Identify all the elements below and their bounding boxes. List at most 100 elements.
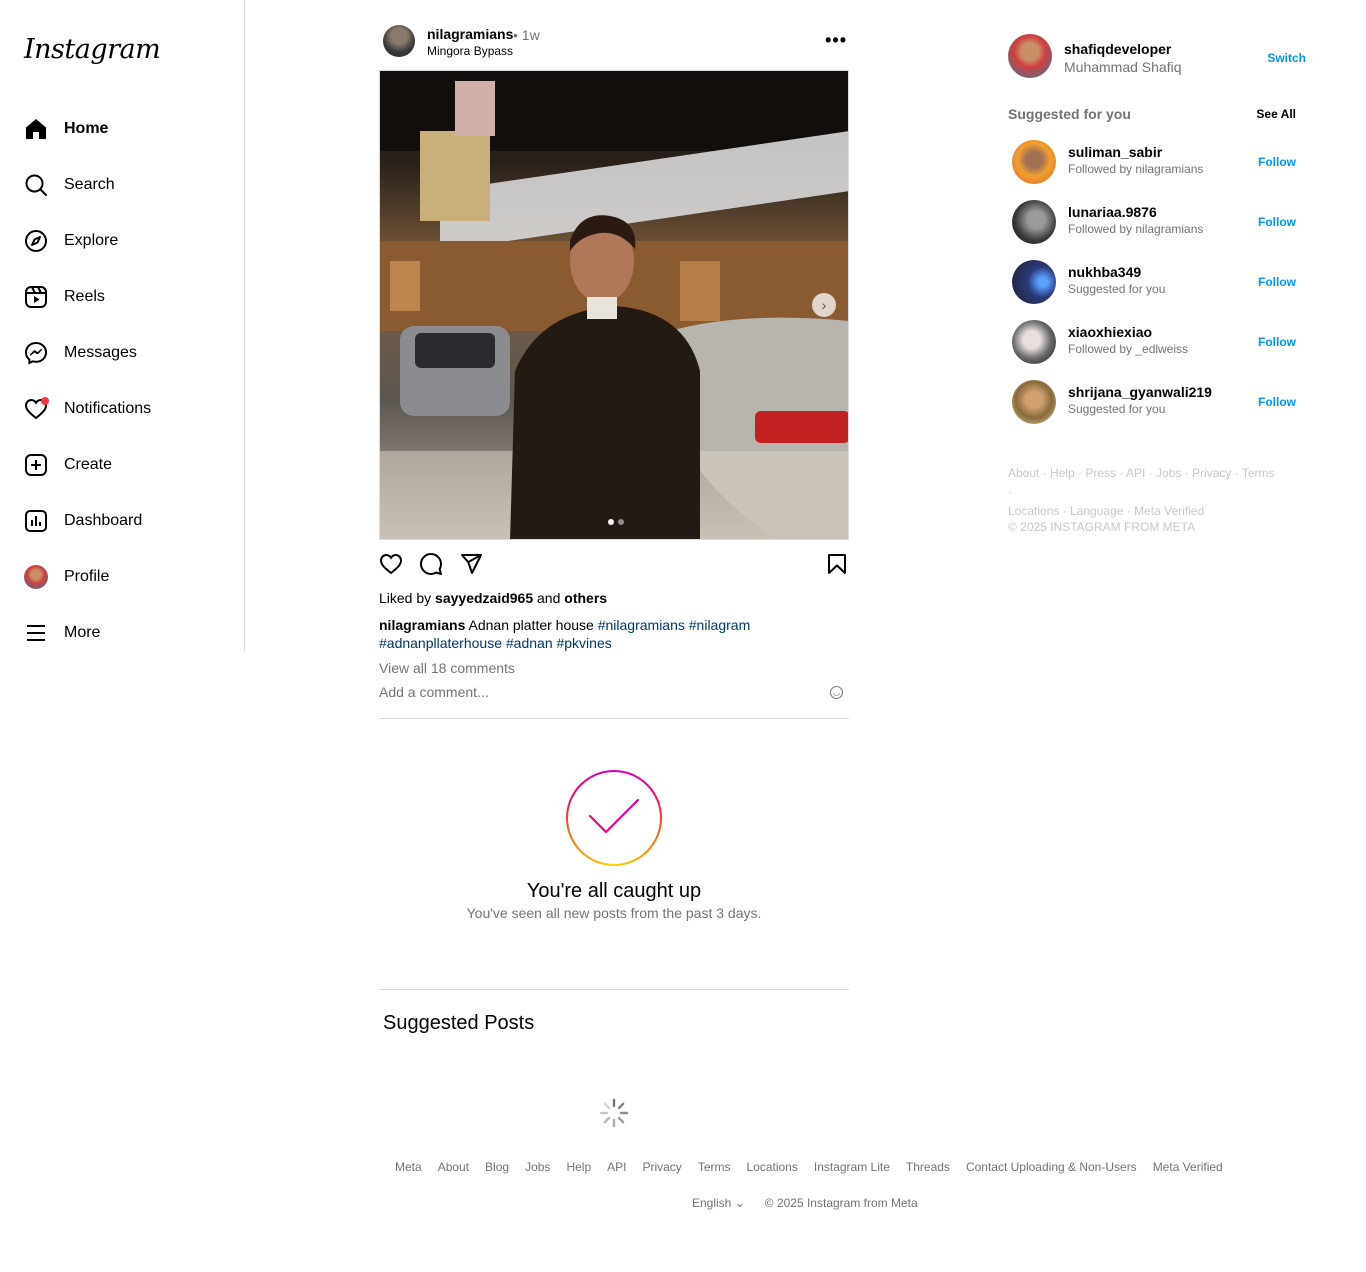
hamburger-icon xyxy=(24,621,48,645)
feed-post: nilagramians • 1w Mingora Bypass ••• › L… xyxy=(379,24,849,700)
nav-more[interactable]: More xyxy=(24,619,100,647)
save-bookmark-icon[interactable] xyxy=(825,552,849,576)
suggestion-avatar[interactable] xyxy=(1012,140,1056,184)
right-footer-links-line2[interactable]: Locations · Language · Meta Verified xyxy=(1008,502,1278,521)
nav-messages[interactable]: Messages xyxy=(24,339,137,367)
nav-explore-label: Explore xyxy=(64,232,119,249)
footer-link[interactable]: Blog xyxy=(485,1160,509,1174)
post-author-avatar[interactable] xyxy=(383,25,415,57)
footer-link[interactable]: API xyxy=(607,1160,626,1174)
likes-user-link[interactable]: sayyedzaid965 xyxy=(435,590,533,606)
next-image-button[interactable]: › xyxy=(812,293,836,317)
footer-link[interactable]: Meta xyxy=(395,1160,422,1174)
follow-button[interactable]: Follow xyxy=(1258,215,1296,229)
suggestion-avatar[interactable] xyxy=(1012,200,1056,244)
suggested-posts-title: Suggested Posts xyxy=(383,1012,535,1034)
caught-up-subtitle: You've seen all new posts from the past … xyxy=(466,905,762,921)
caption-username[interactable]: nilagramians xyxy=(379,617,465,633)
view-all-comments-link[interactable]: View all 18 comments xyxy=(379,660,515,676)
follow-button[interactable]: Follow xyxy=(1258,335,1296,349)
switch-account-button[interactable]: Switch xyxy=(1267,51,1306,65)
like-heart-icon[interactable] xyxy=(379,552,403,576)
profile-avatar xyxy=(24,565,48,589)
nav-explore[interactable]: Explore xyxy=(24,227,118,255)
suggestion-reason: Suggested for you xyxy=(1068,402,1166,416)
loading-spinner-icon xyxy=(598,1097,630,1129)
suggestion-avatar[interactable] xyxy=(1012,260,1056,304)
chart-icon xyxy=(24,509,48,533)
caught-up-divider xyxy=(379,989,849,990)
checkmark-icon xyxy=(588,798,640,834)
right-footer-links: About · Help · Press · API · Jobs · Priv… xyxy=(1008,464,1278,521)
compass-icon xyxy=(24,229,48,253)
footer-link[interactable]: Locations xyxy=(746,1160,797,1174)
home-icon xyxy=(24,117,48,141)
likes-others-link[interactable]: others xyxy=(564,590,607,606)
caption-text: Adnan platter house xyxy=(468,617,594,633)
comment-input[interactable]: Add a comment... ◡ xyxy=(379,684,849,704)
likes-and: and xyxy=(537,590,561,606)
suggestion-username[interactable]: shrijana_gyanwali219 xyxy=(1068,384,1212,400)
suggestion-reason: Followed by _edlweiss xyxy=(1068,342,1189,356)
follow-button[interactable]: Follow xyxy=(1258,395,1296,409)
nav-dashboard[interactable]: Dashboard xyxy=(24,507,142,535)
suggestion-username[interactable]: xiaoxhiexiao xyxy=(1068,324,1152,340)
current-user-username[interactable]: shafiqdeveloper xyxy=(1064,41,1171,57)
nav-search[interactable]: Search xyxy=(24,171,115,199)
suggestion-username[interactable]: lunariaa.9876 xyxy=(1068,204,1157,220)
suggestions-header: Suggested for you See All xyxy=(1008,106,1296,122)
post-time[interactable]: • 1w xyxy=(513,27,540,43)
see-all-link[interactable]: See All xyxy=(1256,107,1296,121)
nav-more-label: More xyxy=(64,624,101,641)
footer-link[interactable]: Threads xyxy=(906,1160,950,1174)
footer-link[interactable]: Jobs xyxy=(525,1160,550,1174)
post-author-username[interactable]: nilagramians xyxy=(427,26,513,42)
follow-button[interactable]: Follow xyxy=(1258,275,1296,289)
footer-link[interactable]: Privacy xyxy=(642,1160,681,1174)
footer-link[interactable]: Contact Uploading & Non-Users xyxy=(966,1160,1137,1174)
caption-hashtags-line2[interactable]: #adnanpllaterhouse #adnan #pkvines xyxy=(379,635,612,651)
carousel-indicator xyxy=(608,519,624,525)
nav-search-label: Search xyxy=(64,176,115,193)
instagram-logo[interactable]: Instagram xyxy=(24,34,161,65)
reels-icon xyxy=(24,285,48,309)
nav-notifications[interactable]: Notifications xyxy=(24,395,151,423)
nav-create[interactable]: Create xyxy=(24,451,112,479)
current-user: shafiqdeveloper Muhammad Shafiq Switch xyxy=(1008,34,1306,80)
follow-button[interactable]: Follow xyxy=(1258,155,1296,169)
caption-hashtags-line1[interactable]: #nilagramians #nilagram xyxy=(598,617,751,633)
current-user-avatar[interactable] xyxy=(1008,34,1052,78)
language-label: English xyxy=(692,1196,732,1210)
nav-home-label: Home xyxy=(64,120,109,137)
suggestion-avatar[interactable] xyxy=(1012,380,1056,424)
language-select[interactable]: English ⌄ xyxy=(692,1196,745,1210)
suggestion-username[interactable]: suliman_sabir xyxy=(1068,144,1162,160)
right-footer-links-line1[interactable]: About · Help · Press · API · Jobs · Priv… xyxy=(1008,464,1278,502)
comment-icon[interactable] xyxy=(419,552,443,576)
suggestion-reason: Followed by nilagramians xyxy=(1068,222,1204,236)
nav-reels[interactable]: Reels xyxy=(24,283,105,311)
nav-create-label: Create xyxy=(64,456,113,473)
nav-dashboard-label: Dashboard xyxy=(64,512,143,529)
nav-home[interactable]: Home xyxy=(24,115,108,143)
footer-copyright: © 2025 Instagram from Meta xyxy=(764,1196,918,1210)
suggestion-avatar[interactable] xyxy=(1012,320,1056,364)
footer-link[interactable]: Instagram Lite xyxy=(814,1160,890,1174)
footer-link[interactable]: Help xyxy=(566,1160,591,1174)
caught-up-ring xyxy=(566,770,662,866)
suggestion-username[interactable]: nukhba349 xyxy=(1068,264,1141,280)
post-location[interactable]: Mingora Bypass xyxy=(427,44,513,58)
footer-link[interactable]: Terms xyxy=(698,1160,731,1174)
more-options-icon[interactable]: ••• xyxy=(825,30,847,51)
suggestion-row: lunariaa.9876 Followed by nilagramians F… xyxy=(1012,200,1296,244)
share-icon[interactable] xyxy=(459,552,483,576)
suggestion-row: shrijana_gyanwali219 Suggested for you F… xyxy=(1012,380,1296,424)
emoji-icon[interactable]: ◡ xyxy=(830,686,843,699)
post-image[interactable]: › xyxy=(379,70,849,540)
right-sidebar: shafiqdeveloper Muhammad Shafiq Switch S… xyxy=(1008,34,1306,534)
post-likes: Liked by sayyedzaid965 and others xyxy=(379,590,607,606)
footer-link[interactable]: Meta Verified xyxy=(1153,1160,1223,1174)
footer-link[interactable]: About xyxy=(438,1160,469,1174)
footer-links: Meta About Blog Jobs Help API Privacy Te… xyxy=(395,1160,1223,1174)
nav-profile[interactable]: Profile xyxy=(24,563,109,591)
